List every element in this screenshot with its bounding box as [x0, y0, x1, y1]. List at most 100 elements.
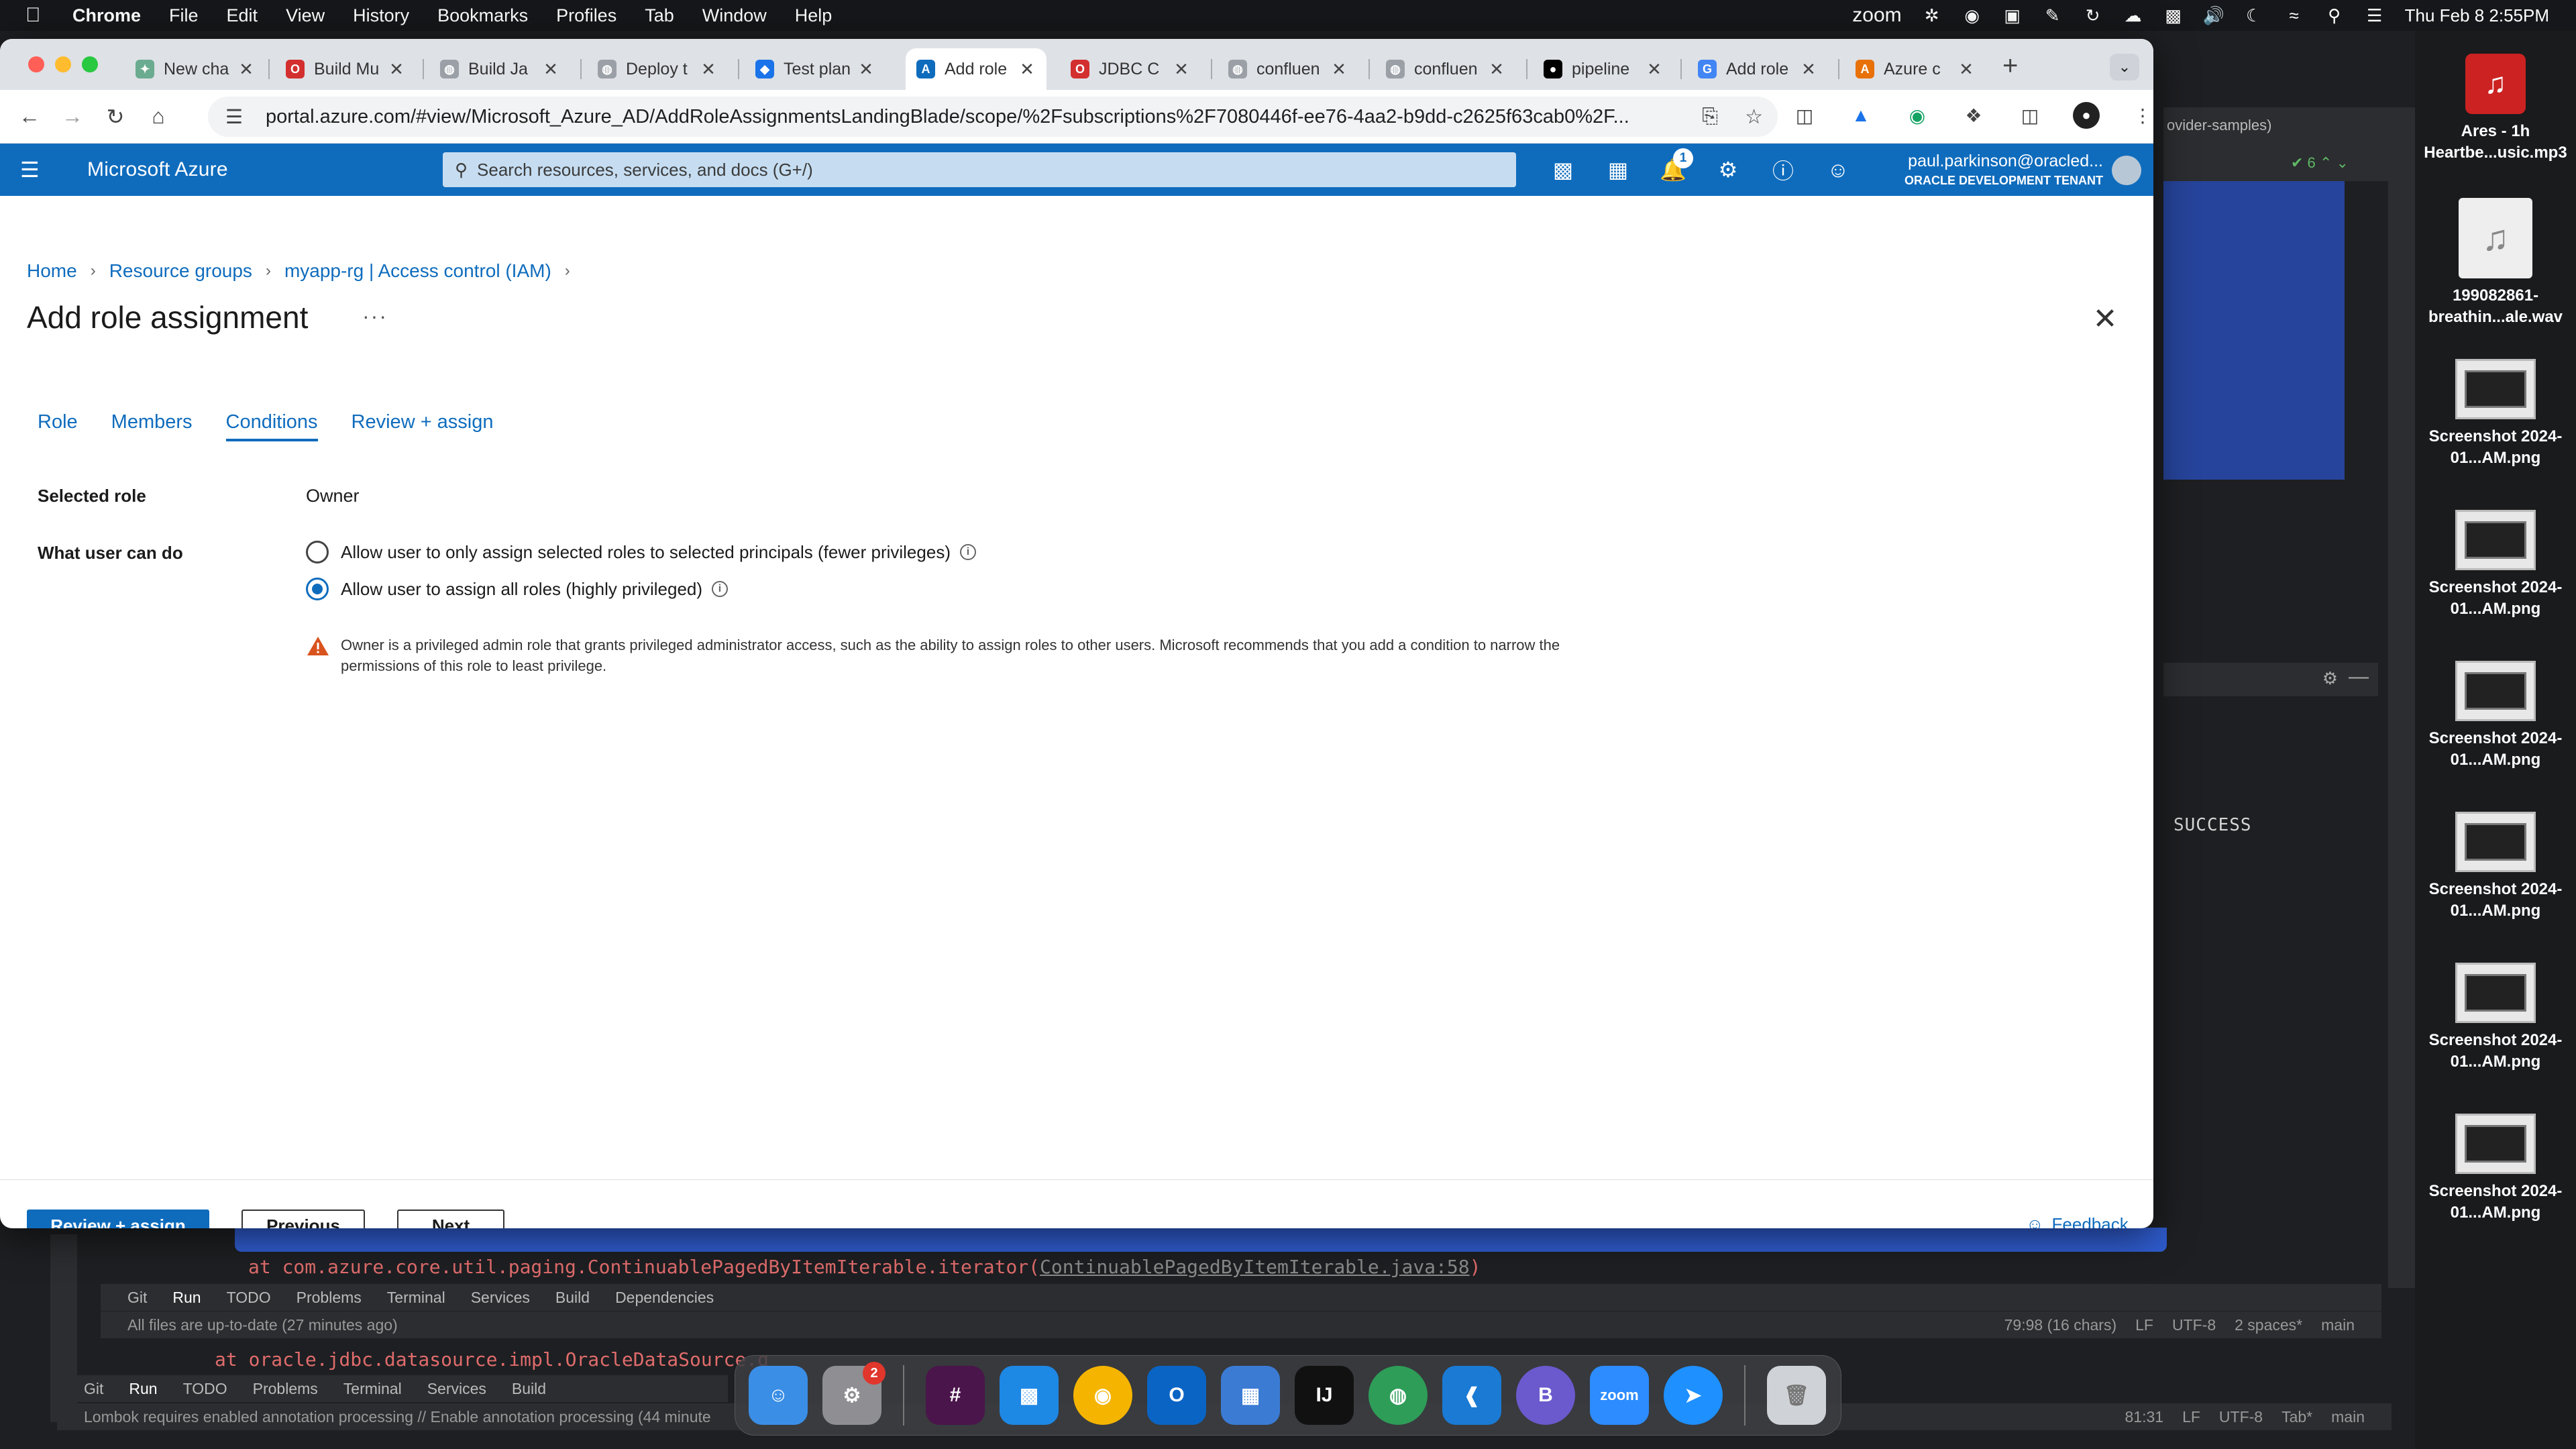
directory-filter-icon[interactable]: ▦ [1605, 156, 1631, 183]
feedback-link[interactable]: ☺ Feedback [2026, 1214, 2129, 1228]
close-tab-icon[interactable]: ✕ [1800, 59, 1817, 80]
breadcrumb-resource-groups[interactable]: Resource groups [109, 260, 252, 282]
close-tab-icon[interactable]: ✕ [1018, 59, 1036, 80]
option-label[interactable]: Allow user to only assign selected roles… [341, 542, 951, 563]
menu-edit[interactable]: Edit [227, 5, 258, 26]
ide-tool-services[interactable]: Services [471, 1289, 530, 1307]
ide-indent[interactable]: 2 spaces* [2235, 1316, 2302, 1334]
breadcrumb-access-control[interactable]: myapp-rg | Access control (IAM) [284, 260, 551, 282]
browser-tab[interactable]: ◍ Build Ja ✕ [429, 48, 570, 90]
menu-tab[interactable]: Tab [645, 5, 674, 26]
browser-menu-kebab-icon[interactable]: ⋮ [2129, 102, 2153, 129]
close-tab-icon[interactable]: ✕ [700, 59, 717, 80]
close-tab-icon[interactable]: ✕ [1488, 59, 1505, 80]
network-app-icon[interactable]: ◍ [1368, 1366, 1428, 1425]
menu-window[interactable]: Window [702, 5, 767, 26]
ide-tool-terminal[interactable]: Terminal [387, 1289, 445, 1307]
zoom-app-icon[interactable]: zoom [1590, 1366, 1649, 1425]
ide-tool-build[interactable]: Build [555, 1289, 590, 1307]
menu-app-name[interactable]: Chrome [72, 5, 141, 26]
ide-tool-problems[interactable]: Problems [297, 1289, 362, 1307]
site-info-icon[interactable]: ☰ [225, 105, 250, 129]
grammarly-icon[interactable]: ◉ [1904, 102, 1931, 129]
browser-tab[interactable]: ◆ Test plan ✕ [745, 48, 885, 90]
system-settings-icon[interactable]: ⚙ 2 [822, 1362, 885, 1425]
ide-settings-gear-icon[interactable]: ⚙ [2322, 668, 2338, 689]
ide-line-ending[interactable]: LF [2135, 1316, 2153, 1334]
cloud-icon[interactable]: ☁ [2123, 5, 2143, 25]
extension-clipboard-icon[interactable]: ◫ [1791, 102, 1818, 129]
menu-bookmarks[interactable]: Bookmarks [437, 5, 528, 26]
ide2-tool-git[interactable]: Git [84, 1380, 103, 1398]
finder-icon[interactable]: ☺ [749, 1366, 808, 1425]
google-drive-icon[interactable]: ▲ [1847, 102, 1874, 129]
option-fewer-privileges[interactable]: Allow user to only assign selected roles… [306, 541, 976, 564]
volume-icon[interactable]: 🔊 [2202, 5, 2224, 25]
ide2-tool-terminal[interactable]: Terminal [343, 1380, 402, 1398]
ide2-tool-todo[interactable]: TODO [183, 1380, 227, 1398]
radio-button[interactable] [306, 541, 329, 564]
zoom-tray-label[interactable]: zoom [1852, 4, 1901, 27]
ide-tool-dependencies[interactable]: Dependencies [615, 1289, 714, 1307]
vscode-icon[interactable]: ❰ [1442, 1366, 1501, 1425]
tab-conditions[interactable]: Conditions [225, 411, 318, 441]
browser-tab[interactable]: O Build Mu ✕ [275, 48, 416, 90]
close-tab-icon[interactable]: ✕ [1173, 59, 1190, 80]
desktop-screenshot[interactable]: Screenshot 2024-01...AM.png [2415, 359, 2576, 469]
maximize-window-button[interactable] [82, 56, 98, 72]
menu-view[interactable]: View [286, 5, 325, 26]
reload-icon[interactable]: ↻ [102, 103, 129, 130]
global-search-input[interactable]: ⚲ Search resources, services, and docs (… [443, 152, 1516, 187]
info-icon[interactable]: i [712, 581, 729, 597]
browser-tab[interactable]: O JDBC C ✕ [1060, 48, 1201, 90]
info-icon[interactable]: i [959, 544, 976, 560]
azure-brand[interactable]: Microsoft Azure [87, 158, 228, 181]
control-center-icon[interactable]: ☰ [2365, 5, 2385, 25]
ide-run-config[interactable]: ovider-samples) [2167, 117, 2272, 134]
extensions-puzzle-icon[interactable]: ❖ [1960, 102, 1987, 129]
menu-file[interactable]: File [169, 5, 199, 26]
wifi-icon[interactable]: ≈ [2284, 5, 2304, 25]
feedback-label[interactable]: Feedback [2052, 1214, 2129, 1228]
clock[interactable]: Thu Feb 8 2:55PM [2405, 5, 2549, 26]
browser-tab[interactable]: ◍ Deploy t ✕ [587, 48, 728, 90]
browser-tab[interactable]: A Azure c ✕ [1845, 48, 1986, 90]
browser-tab[interactable]: G Add role ✕ [1687, 48, 1828, 90]
camera-icon[interactable]: ▣ [2002, 5, 2023, 25]
close-icon[interactable]: ✕ [2092, 302, 2118, 336]
tab-role[interactable]: Role [38, 411, 78, 441]
new-tab-plus-icon[interactable]: + [2002, 51, 2018, 81]
settings-gear-icon[interactable]: ⚙ [1715, 156, 1741, 183]
outlook-icon[interactable]: O [1147, 1366, 1206, 1425]
close-window-button[interactable] [28, 56, 44, 72]
ide-encoding[interactable]: UTF-8 [2172, 1316, 2216, 1334]
browser-tab[interactable]: ◍ confluen ✕ [1375, 48, 1516, 90]
remote-desktop-icon[interactable]: ▩ [1000, 1366, 1059, 1425]
close-tab-icon[interactable]: ✕ [857, 59, 875, 80]
profile-avatar-icon[interactable]: ● [2073, 102, 2100, 129]
search-icon[interactable]: ⚲ [2324, 5, 2345, 25]
ide2-tool-problems[interactable]: Problems [253, 1380, 318, 1398]
tab-members[interactable]: Members [111, 411, 193, 441]
close-tab-icon[interactable]: ✕ [1330, 59, 1348, 80]
desktop-screenshot[interactable]: Screenshot 2024-01...AM.png [2415, 661, 2576, 771]
back-arrow-icon[interactable]: ← [16, 103, 43, 130]
ide2-cursor-position[interactable]: 81:31 [2125, 1408, 2164, 1426]
ide-stacktrace-link[interactable]: ContinuablePagedByItemIterable.java:58 [1040, 1256, 1470, 1278]
ide2-tool-build[interactable]: Build [512, 1380, 546, 1398]
bbedit-icon[interactable]: B [1516, 1366, 1575, 1425]
ide-tool-todo[interactable]: TODO [227, 1289, 271, 1307]
cloud-shell-icon[interactable]: ▩ [1550, 156, 1576, 183]
avatar[interactable] [2112, 156, 2141, 185]
ide-branch[interactable]: main [2321, 1316, 2355, 1334]
preview-icon[interactable]: ▦ [1221, 1366, 1280, 1425]
sync-icon[interactable]: ↻ [2083, 5, 2103, 25]
trash-icon[interactable]: 🗑 [1767, 1366, 1826, 1425]
globe-icon[interactable]: ◉ [1962, 5, 1982, 25]
tab-search-chevron-icon[interactable]: ⌄ [2110, 54, 2139, 80]
breadcrumb-home[interactable]: Home [27, 260, 77, 282]
tab-review-assign[interactable]: Review + assign [352, 411, 494, 441]
browser-tab-active[interactable]: A Add role ✕ [906, 48, 1046, 90]
ide2-branch[interactable]: main [2331, 1408, 2365, 1426]
address-bar-url[interactable]: portal.azure.com/#view/Microsoft_Azure_A… [266, 106, 1695, 128]
